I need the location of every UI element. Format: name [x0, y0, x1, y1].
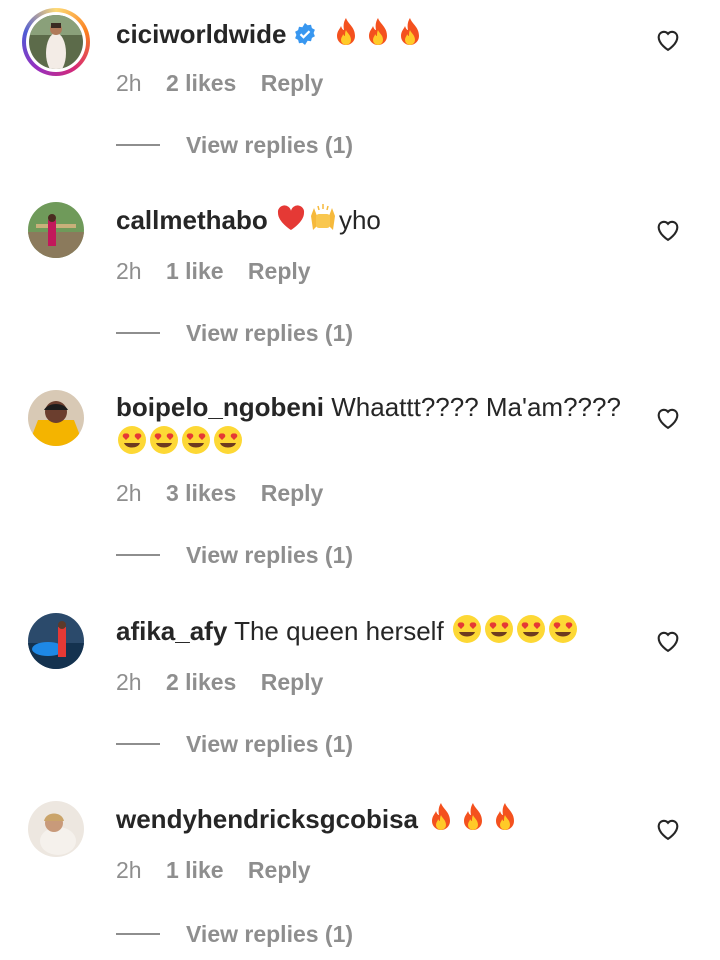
comment-meta: 2h 3 likes Reply [116, 480, 341, 507]
comment-body: Whaattt???? Ma'am???? [331, 392, 621, 422]
avatar[interactable] [28, 390, 84, 446]
replies-divider [116, 144, 160, 146]
comment-likes[interactable]: 1 like [166, 857, 224, 883]
reply-button[interactable]: Reply [261, 480, 324, 506]
comment-likes[interactable]: 2 likes [166, 669, 236, 695]
view-replies-button[interactable]: View replies (1) [116, 130, 353, 160]
fire-emoji [330, 16, 362, 56]
verified-badge-icon [293, 20, 317, 45]
comment-text: callmethabo yho [116, 202, 626, 242]
heart-eyes-emoji [515, 613, 547, 653]
heart-outline-icon[interactable] [654, 216, 682, 244]
fire-emoji [489, 801, 521, 841]
comment-text: afika_afy The queen herself [116, 613, 626, 653]
avatar[interactable] [28, 801, 84, 857]
comment-text: wendyhendricksgcobisa [116, 801, 626, 841]
heart-outline-icon[interactable] [654, 404, 682, 432]
comment-body: yho [338, 205, 381, 235]
comment-likes[interactable]: 2 likes [166, 70, 236, 96]
comment-meta: 2h 1 like Reply [116, 258, 329, 285]
avatar[interactable] [28, 613, 84, 669]
comment-meta: 2h 2 likes Reply [116, 70, 341, 97]
avatar[interactable] [28, 202, 84, 258]
replies-divider [116, 933, 160, 935]
comment-username[interactable]: wendyhendricksgcobisa [116, 804, 418, 834]
comment-text: boipelo_ngobeni Whaattt???? Ma'am???? [116, 390, 626, 464]
fire-emoji [457, 801, 489, 841]
view-replies-label: View replies (1) [186, 131, 354, 158]
comment-text: ciciworldwide [116, 16, 626, 56]
story-ring-avatar[interactable] [22, 8, 90, 76]
heart-eyes-emoji [148, 424, 180, 464]
comment-time: 2h [116, 258, 142, 284]
view-replies-button[interactable]: View replies (1) [116, 540, 353, 570]
view-replies-button[interactable]: View replies (1) [116, 729, 353, 759]
reply-button[interactable]: Reply [261, 669, 324, 695]
replies-divider [116, 332, 160, 334]
comment-likes[interactable]: 3 likes [166, 480, 236, 506]
reply-button[interactable]: Reply [248, 857, 311, 883]
heart-eyes-emoji [451, 613, 483, 653]
view-replies-label: View replies (1) [186, 541, 354, 568]
comment-time: 2h [116, 70, 142, 96]
view-replies-button[interactable]: View replies (1) [116, 919, 353, 949]
heart-eyes-emoji [547, 613, 579, 653]
heart-eyes-emoji [116, 424, 148, 464]
comment-username[interactable]: ciciworldwide [116, 19, 287, 49]
comment-username[interactable]: callmethabo [116, 205, 268, 235]
heart-outline-icon[interactable] [654, 815, 682, 843]
heart-eyes-emoji [180, 424, 212, 464]
view-replies-label: View replies (1) [186, 319, 354, 346]
reply-button[interactable]: Reply [248, 258, 311, 284]
raising-hands-emoji [307, 202, 339, 242]
comment-time: 2h [116, 669, 142, 695]
comment-meta: 2h 2 likes Reply [116, 669, 341, 696]
view-replies-button[interactable]: View replies (1) [116, 318, 353, 348]
comment-body: The queen herself [234, 616, 444, 646]
view-replies-label: View replies (1) [186, 730, 354, 757]
fire-emoji [394, 16, 426, 56]
comment-time: 2h [116, 480, 142, 506]
heart-outline-icon[interactable] [654, 627, 682, 655]
fire-emoji [362, 16, 394, 56]
replies-divider [116, 743, 160, 745]
comment-time: 2h [116, 857, 142, 883]
heart-outline-icon[interactable] [654, 26, 682, 54]
comment-username[interactable]: afika_afy [116, 616, 227, 646]
heart-eyes-emoji [483, 613, 515, 653]
comment-likes[interactable]: 1 like [166, 258, 224, 284]
fire-emoji [425, 801, 457, 841]
comment-meta: 2h 1 like Reply [116, 857, 329, 884]
comment-username[interactable]: boipelo_ngobeni [116, 392, 324, 422]
heart-eyes-emoji [212, 424, 244, 464]
red-heart-emoji [275, 202, 307, 242]
reply-button[interactable]: Reply [261, 70, 324, 96]
replies-divider [116, 554, 160, 556]
view-replies-label: View replies (1) [186, 920, 354, 947]
